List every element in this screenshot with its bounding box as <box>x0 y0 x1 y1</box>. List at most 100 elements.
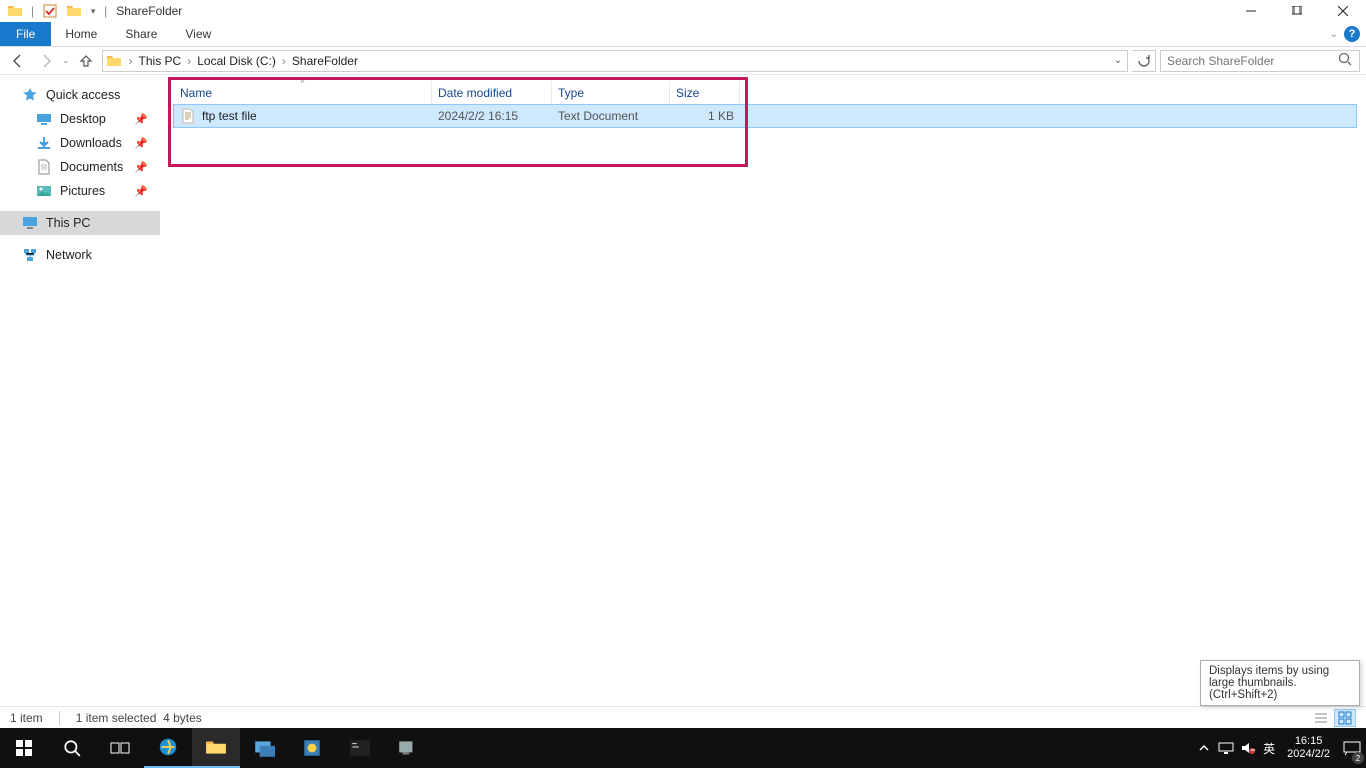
file-list[interactable]: Name ˄ Date modified Type Size ftp test … <box>160 75 1366 706</box>
qat-dropdown[interactable]: ▾ <box>87 0 99 22</box>
chevron-right-icon[interactable]: › <box>280 54 288 68</box>
maximize-button[interactable] <box>1274 0 1320 22</box>
view-large-icons-button[interactable] <box>1334 709 1356 727</box>
taskbar-app-3[interactable] <box>336 728 384 768</box>
column-label: Size <box>676 86 699 100</box>
file-date: 2024/2/2 16:15 <box>432 109 552 123</box>
close-button[interactable] <box>1320 0 1366 22</box>
tray-network-icon[interactable] <box>1215 728 1237 768</box>
window-controls <box>1228 0 1366 22</box>
search-button[interactable] <box>48 728 96 768</box>
main: Quick access Desktop 📌 Downloads 📌 Docum… <box>0 75 1366 706</box>
sidebar-item-pictures[interactable]: Pictures 📌 <box>0 179 160 203</box>
folder-icon <box>105 52 123 70</box>
sidebar-item-documents[interactable]: Documents 📌 <box>0 155 160 179</box>
tray-date: 2024/2/2 <box>1287 748 1330 761</box>
network-icon <box>22 247 38 263</box>
documents-icon <box>36 159 52 175</box>
tab-home[interactable]: Home <box>51 22 111 46</box>
separator <box>59 711 60 725</box>
sidebar-item-label: Desktop <box>60 112 106 126</box>
breadcrumb-sharefolder[interactable]: ShareFolder <box>288 54 362 68</box>
file-row[interactable]: ftp test file 2024/2/2 16:15 Text Docume… <box>174 105 1356 127</box>
ribbon-collapse-icon[interactable]: ⌄ <box>1330 29 1338 40</box>
sidebar-item-label: Pictures <box>60 184 105 198</box>
history-dropdown[interactable]: ⌄ <box>62 55 70 66</box>
folder-icon <box>4 0 26 22</box>
column-label: Type <box>558 86 584 100</box>
column-name[interactable]: Name ˄ <box>174 81 432 104</box>
minimize-button[interactable] <box>1228 0 1274 22</box>
tray-clock[interactable]: 16:15 2024/2/2 <box>1279 735 1338 761</box>
tray-volume-icon[interactable] <box>1237 728 1259 768</box>
tray-overflow[interactable] <box>1193 728 1215 768</box>
tab-share[interactable]: Share <box>111 22 171 46</box>
sidebar-network[interactable]: Network <box>0 243 160 267</box>
sidebar-item-label: Downloads <box>60 136 122 150</box>
notification-badge: 2 <box>1352 752 1364 764</box>
tooltip: Displays items by using large thumbnails… <box>1200 660 1360 706</box>
separator: | <box>28 4 37 18</box>
tray-time: 16:15 <box>1287 735 1330 748</box>
file-name: ftp test file <box>202 109 257 123</box>
status-item-count: 1 item <box>10 711 43 725</box>
up-button[interactable] <box>74 49 98 73</box>
column-label: Name <box>180 86 212 100</box>
window-title: ShareFolder <box>110 4 182 18</box>
path-dropdown[interactable]: ⌄ <box>1109 55 1127 66</box>
start-button[interactable] <box>0 728 48 768</box>
taskbar-app-4[interactable] <box>384 728 432 768</box>
search-input[interactable] <box>1167 54 1337 68</box>
column-size[interactable]: Size <box>670 81 740 104</box>
column-type[interactable]: Type <box>552 81 670 104</box>
this-pc-icon <box>22 215 38 231</box>
breadcrumb-this-pc[interactable]: This PC <box>135 54 186 68</box>
sidebar-item-downloads[interactable]: Downloads 📌 <box>0 131 160 155</box>
back-button[interactable] <box>6 49 30 73</box>
pin-icon: 📌 <box>134 185 148 198</box>
sidebar-item-desktop[interactable]: Desktop 📌 <box>0 107 160 131</box>
task-view-button[interactable] <box>96 728 144 768</box>
column-label: Date modified <box>438 86 512 100</box>
status-selected: 1 item selected 4 bytes <box>76 711 202 725</box>
address-bar: ⌄ › This PC › Local Disk (C:) › ShareFol… <box>0 47 1366 75</box>
taskbar-app-2[interactable] <box>288 728 336 768</box>
taskbar-app-1[interactable] <box>240 728 288 768</box>
separator: | <box>101 4 110 18</box>
file-type: Text Document <box>552 109 670 123</box>
forward-button[interactable] <box>34 49 58 73</box>
search-icon[interactable] <box>1337 51 1353 70</box>
help-button[interactable]: ? <box>1344 26 1360 42</box>
desktop-icon <box>36 111 52 127</box>
quick-access-toolbar: | ▾ | <box>0 0 110 22</box>
properties-button[interactable] <box>39 0 61 22</box>
pin-icon: 📌 <box>134 161 148 174</box>
text-file-icon <box>180 108 196 124</box>
status-bar: 1 item 1 item selected 4 bytes <box>0 706 1366 728</box>
refresh-button[interactable] <box>1132 50 1156 72</box>
taskbar-ie[interactable] <box>144 728 192 768</box>
sidebar-item-label: Documents <box>60 160 123 174</box>
pin-icon: 📌 <box>134 113 148 126</box>
taskbar-explorer[interactable] <box>192 728 240 768</box>
breadcrumb-local-disk[interactable]: Local Disk (C:) <box>193 54 280 68</box>
chevron-right-icon[interactable]: › <box>185 54 193 68</box>
system-tray: 英 16:15 2024/2/2 2 <box>1193 728 1366 768</box>
breadcrumb[interactable]: › This PC › Local Disk (C:) › ShareFolde… <box>102 50 1128 72</box>
view-details-button[interactable] <box>1310 709 1332 727</box>
navigation-pane: Quick access Desktop 📌 Downloads 📌 Docum… <box>0 75 160 706</box>
chevron-right-icon[interactable]: › <box>127 54 135 68</box>
tray-ime[interactable]: 英 <box>1259 740 1279 757</box>
sidebar-quick-access[interactable]: Quick access <box>0 83 160 107</box>
pin-icon: 📌 <box>134 137 148 150</box>
ribbon: File Home Share View ⌄ ? <box>0 22 1366 47</box>
search-box[interactable] <box>1160 50 1360 72</box>
tab-file[interactable]: File <box>0 22 51 46</box>
sidebar-this-pc[interactable]: This PC <box>0 211 160 235</box>
tab-view[interactable]: View <box>171 22 225 46</box>
folder-icon <box>63 0 85 22</box>
tray-notifications[interactable]: 2 <box>1338 728 1366 768</box>
sidebar-item-label: Quick access <box>46 88 120 102</box>
pictures-icon <box>36 183 52 199</box>
column-date[interactable]: Date modified <box>432 81 552 104</box>
